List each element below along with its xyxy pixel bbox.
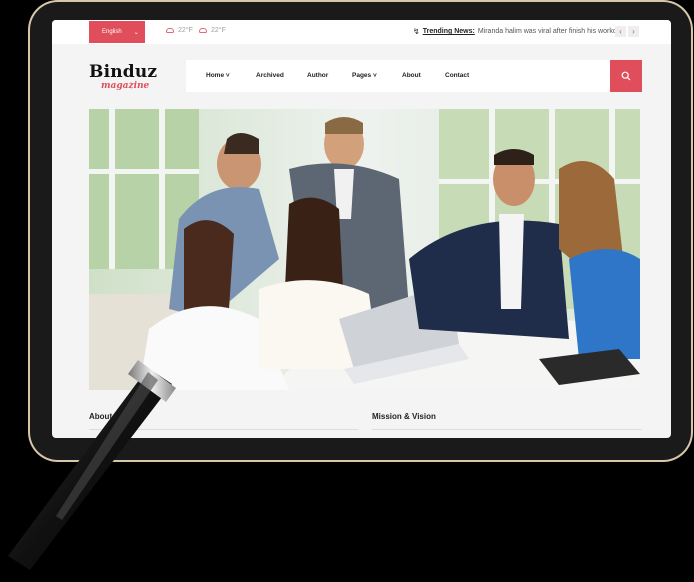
section-about-title: About <box>89 412 113 421</box>
tablet-bezel: English ⌄ 22°F 22°F ↯ Trending News: Mir… <box>30 2 691 460</box>
main-nav: Home ˅ Archived Author Pages ˅ About Con… <box>186 60 642 92</box>
nav-item-label: Author <box>307 72 329 79</box>
trending-label[interactable]: Trending News: <box>423 28 475 35</box>
logo-name: Binduz <box>89 62 158 82</box>
section-mission-title: Mission & Vision <box>372 412 436 421</box>
nav-item-label: Archived <box>256 72 284 79</box>
tablet-device: English ⌄ 22°F 22°F ↯ Trending News: Mir… <box>28 0 693 462</box>
nav-item-label: Contact <box>445 72 470 79</box>
trending-headline[interactable]: Miranda halim was viral after finish his… <box>478 28 625 35</box>
office-team-photo <box>89 109 640 390</box>
nav-item-author[interactable]: Author <box>307 72 328 79</box>
hero-image[interactable] <box>89 109 640 390</box>
chevron-down-icon: ˅ <box>225 72 230 79</box>
top-bar: English ⌄ 22°F 22°F ↯ Trending News: Mir… <box>52 20 671 44</box>
nav-item-label: Pages <box>352 72 372 79</box>
search-button[interactable] <box>610 60 642 92</box>
language-select[interactable]: English ⌄ <box>89 21 145 43</box>
section-divider <box>89 429 358 430</box>
cloud-icon <box>166 28 174 33</box>
nav-item-label: Home <box>206 72 225 79</box>
trending-nav: ‹ › <box>615 26 639 37</box>
nav-item-contact[interactable]: Contact <box>445 72 469 79</box>
cloud-icon <box>199 28 207 33</box>
weather-temp: 22°F <box>211 27 226 34</box>
bolt-icon: ↯ <box>413 27 420 36</box>
weather-temp: 22°F <box>178 27 193 34</box>
stage: English ⌄ 22°F 22°F ↯ Trending News: Mir… <box>0 0 694 582</box>
weather-widget: 22°F <box>199 27 226 34</box>
nav-item-archived[interactable]: Archived <box>256 72 284 79</box>
language-label: English <box>102 29 122 35</box>
site-logo[interactable]: Binduz magazine <box>89 62 158 92</box>
chevron-down-icon: ⌄ <box>133 29 139 36</box>
section-divider <box>372 429 642 430</box>
tablet-screen: English ⌄ 22°F 22°F ↯ Trending News: Mir… <box>52 20 671 438</box>
chevron-down-icon: ˅ <box>372 72 377 79</box>
nav-item-label: About <box>402 72 421 79</box>
nav-item-home[interactable]: Home ˅ <box>206 72 230 79</box>
trending-news: ↯ Trending News: Miranda halim was viral… <box>413 27 625 36</box>
nav-item-pages[interactable]: Pages ˅ <box>352 72 377 79</box>
search-icon <box>621 71 631 81</box>
next-button[interactable]: › <box>628 26 639 37</box>
weather-widget: 22°F <box>166 27 193 34</box>
prev-button[interactable]: ‹ <box>615 26 626 37</box>
logo-tagline: magazine <box>101 81 150 91</box>
nav-item-about[interactable]: About <box>402 72 421 79</box>
